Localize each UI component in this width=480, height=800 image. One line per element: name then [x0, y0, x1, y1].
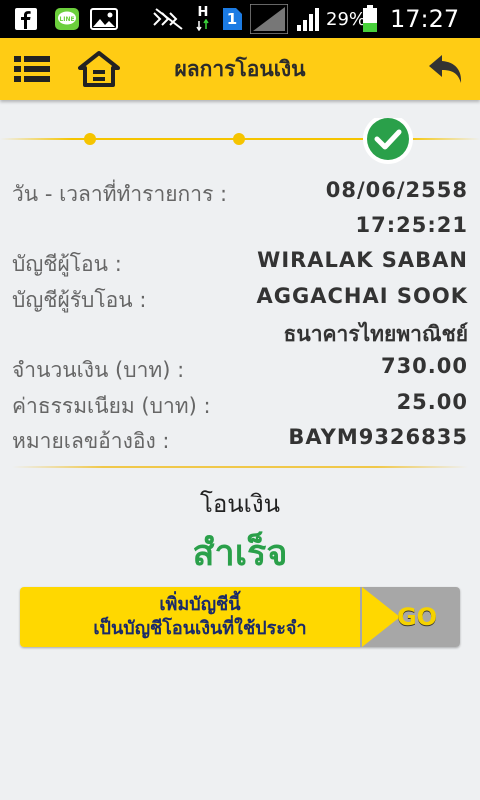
reference-label: หมายเลขอ้างอิง :: [12, 429, 170, 453]
result-title: โอนเงิน: [199, 490, 281, 518]
sim-slot: 1: [226, 10, 238, 28]
date-row: วัน - เวลาที่ทำรายการ : 08/06/2558: [12, 178, 468, 212]
battery-percent: 29%: [326, 9, 367, 30]
facebook-icon: [14, 7, 38, 31]
banner-line-2: เป็นบัญชีโอนเงินที่ใช้ประจำ: [93, 618, 307, 639]
line-icon: LINE: [54, 7, 80, 31]
date-value: 08/06/2558: [325, 178, 468, 202]
reference-row: หมายเลขอ้างอิง : BAYM9326835: [12, 425, 468, 459]
reference-value: BAYM9326835: [288, 425, 468, 449]
check-icon: [363, 114, 413, 164]
page-title: ผลการโอนเงิน: [174, 57, 306, 81]
divider: [12, 466, 468, 468]
battery-icon: [362, 5, 378, 33]
time-value: 17:25:21: [355, 213, 468, 237]
svg-text:LINE: LINE: [59, 16, 74, 23]
status-bar: LINE H 1 29% 17:27: [0, 0, 480, 38]
date-label: วัน - เวลาที่ทำรายการ :: [12, 182, 228, 206]
to-bank-row: ธนาคารไทยพาณิชย์: [12, 318, 468, 352]
step-dot-2: [233, 133, 245, 145]
fee-row: ค่าธรรมเนียม (บาท) : 25.00: [12, 390, 468, 424]
signal-bars-icon: [296, 7, 322, 31]
back-icon: [429, 55, 462, 83]
step-progress: [0, 114, 480, 164]
to-account-label: บัญชีผู้รับโอน :: [12, 288, 147, 312]
mute-icon: [152, 7, 186, 31]
clock: 17:27: [390, 5, 460, 33]
banner-text: เพิ่มบัญชีนี้ เป็นบัญชีโอนเงินที่ใช้ประจ…: [20, 593, 380, 641]
from-account-row: บัญชีผู้โอน : WIRALAK SABAN: [12, 248, 468, 282]
to-account-name: AGGACHAI SOOK: [256, 284, 468, 308]
fee-value: 25.00: [396, 390, 468, 414]
to-account-row: บัญชีผู้รับโอน : AGGACHAI SOOK: [12, 284, 468, 318]
back-button[interactable]: [424, 47, 468, 91]
step-dot-1: [84, 133, 96, 145]
go-button[interactable]: GO: [374, 587, 460, 647]
amount-row: จำนวนเงิน (บาท) : 730.00: [12, 354, 468, 388]
gallery-icon: [90, 7, 118, 31]
amount-label: จำนวนเงิน (บาท) :: [12, 358, 185, 382]
banner-line-1: เพิ่มบัญชีนี้: [159, 594, 241, 615]
fee-label: ค่าธรรมเนียม (บาท) :: [12, 394, 211, 418]
signal-icon: [250, 4, 288, 34]
app-bar: ผลการโอนเงิน: [0, 38, 480, 100]
sim-icon: 1: [220, 7, 244, 31]
data-arrows-icon: H: [194, 5, 212, 31]
time-row: 17:25:21: [12, 213, 468, 247]
amount-value: 730.00: [380, 354, 468, 378]
network-type: H: [197, 5, 209, 20]
from-account-value: WIRALAK SABAN: [257, 248, 468, 272]
add-favorite-account-banner[interactable]: เพิ่มบัญชีนี้ เป็นบัญชีโอนเงินที่ใช้ประจ…: [20, 587, 460, 647]
to-bank-value: ธนาคารไทยพาณิชย์: [283, 322, 468, 346]
from-account-label: บัญชีผู้โอน :: [12, 252, 122, 276]
result-status: สำเร็จ: [192, 533, 288, 574]
